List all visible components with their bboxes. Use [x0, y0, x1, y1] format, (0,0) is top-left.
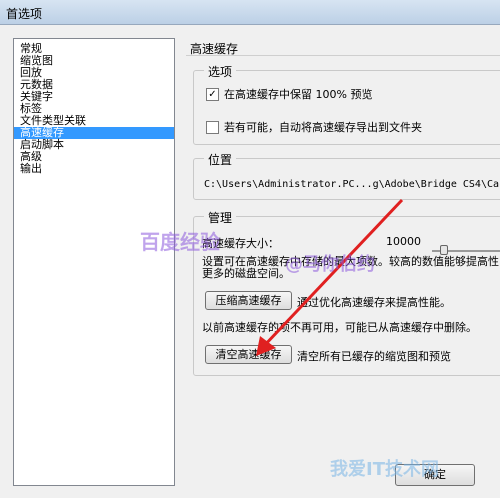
baidu-watermark: 百度经验 [140, 230, 220, 254]
red-arrow-annotation [256, 198, 404, 356]
author-watermark: @马你伯约 [285, 254, 375, 275]
arrow-head [256, 336, 276, 356]
site-watermark: 我爱IT技术网 [330, 459, 439, 480]
